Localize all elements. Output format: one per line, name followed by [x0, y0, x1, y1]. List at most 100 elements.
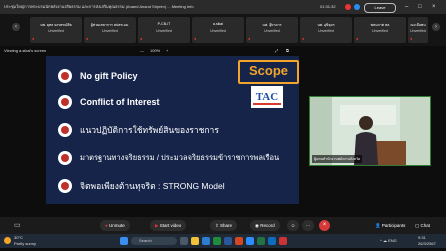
- video-icon: ▶: [155, 223, 159, 228]
- leave-meeting-button[interactable]: ×: [319, 220, 330, 231]
- excel-icon[interactable]: [257, 237, 265, 245]
- record-icon: ◉: [255, 223, 259, 228]
- car-icon: [58, 151, 72, 165]
- maximize-icon[interactable]: □: [418, 0, 422, 14]
- chrome-icon[interactable]: [213, 237, 221, 245]
- people-icon: 👤: [375, 223, 381, 228]
- mic-muted-icon: ●: [302, 36, 305, 41]
- close-icon: ×: [322, 222, 327, 228]
- unmute-label: Unmute: [108, 223, 125, 228]
- participant-tile[interactable]: ผู้ช่วยเลขาการ สปสช.มม. Unverified ●: [84, 17, 136, 43]
- share-icon: ⇪: [215, 223, 219, 228]
- participants-button[interactable]: 👤 Participants: [370, 220, 410, 231]
- clock-date[interactable]: 26/3/2567: [418, 237, 436, 251]
- pdf-icon[interactable]: [279, 237, 287, 245]
- participant-tile[interactable]: นพ. อุษิจุดร Unverified ●: [300, 17, 352, 43]
- participant-status: Unverified: [102, 29, 118, 33]
- powerpoint-icon[interactable]: [235, 237, 243, 245]
- participant-status: Unverified: [410, 29, 426, 33]
- mic-icon: ●: [105, 223, 108, 228]
- record-button[interactable]: ◉ Record: [250, 220, 280, 231]
- slide-item-text: แนวปฏิบัติการใช้ทรัพย์สินของราชการ: [80, 125, 219, 135]
- edge-icon[interactable]: [202, 237, 210, 245]
- mic-muted-icon: ●: [32, 36, 35, 41]
- word-icon[interactable]: [224, 237, 232, 245]
- participant-status: Unverified: [372, 29, 388, 33]
- task-view-icon[interactable]: [180, 237, 188, 245]
- shared-slide: Scope TAC No gift Policy Conflict of Int…: [46, 56, 299, 204]
- participant-tile[interactable]: นพ. ยุทธ ยงรพรณ์ศิล Unverified ●: [30, 17, 82, 43]
- share-button[interactable]: ⇪ Share: [210, 220, 238, 231]
- weather-icon: [4, 237, 11, 244]
- minimize-icon[interactable]: –: [405, 0, 408, 14]
- slide-item-text: Conflict of Interest: [80, 97, 160, 107]
- participant-tile[interactable]: นพ. อุ๊หาดาร Unverified ●: [246, 17, 298, 43]
- participant-name: P-CB-IT: [157, 22, 171, 26]
- participant-tile[interactable]: ณะเลือพน Unverified ●: [408, 17, 428, 43]
- participant-name: ผู้ช่วยเลขาการ สปสช.มม.: [90, 23, 130, 27]
- participant-name: นพ. อุ๊หาดาร: [262, 23, 282, 27]
- viewing-label: Viewing a.sikai's screen: [4, 48, 47, 53]
- scope-badge: Scope: [238, 60, 299, 84]
- mic-muted-icon: ●: [86, 36, 89, 41]
- title-bar: ประชุมใหญ่การพระบรมนักพลังงานจริยธรรม แล…: [0, 0, 446, 14]
- participants-label: Participants: [381, 223, 406, 228]
- conflict-icon: [58, 95, 72, 109]
- participant-strip: ‹ นพ. ยุทธ ยงรพรณ์ศิล Unverified ● ผู้ช่…: [0, 14, 446, 46]
- windows-start-icon[interactable]: [120, 237, 128, 245]
- unmute-button[interactable]: ● Unmute: [100, 220, 130, 231]
- meeting-timer: 01:31:32: [320, 4, 336, 9]
- participant-status: Unverified: [48, 29, 64, 33]
- chat-bubble-icon[interactable]: ▭: [14, 221, 21, 229]
- security-shield-icon[interactable]: [354, 4, 360, 10]
- mic-muted-icon: ●: [194, 36, 197, 41]
- pop-out-icon[interactable]: ⧉: [286, 46, 289, 56]
- gift-icon: [58, 69, 72, 83]
- chat-button[interactable]: ▢ Chat: [410, 220, 435, 231]
- speaker-name-label: ผู้แทนสำนักงานพลังงานจังหวัด: [312, 155, 363, 163]
- participant-name: a.sikai: [213, 22, 223, 26]
- zoom-in-icon[interactable]: +: [166, 46, 168, 56]
- meeting-toolbar: ▭ ● Unmute ▶ Start video ⇪ Share ◉ Recor…: [0, 217, 446, 234]
- reactions-button[interactable]: ☺: [287, 220, 299, 231]
- taskbar: 30°C Partly sunny Search ^ ☁ ENG 9:31 26…: [0, 234, 446, 248]
- zoom-out-icon[interactable]: —: [140, 46, 144, 56]
- speaker-video[interactable]: ผู้แทนสำนักงานพลังงานจังหวัด: [309, 96, 431, 166]
- outlook-icon[interactable]: [268, 237, 276, 245]
- fit-screen-icon[interactable]: ⤢: [275, 46, 278, 56]
- tac-logo-text: TAC: [256, 91, 278, 103]
- participant-status: Unverified: [156, 29, 172, 33]
- slide-item-text: No gift Policy: [80, 71, 138, 81]
- file-explorer-icon[interactable]: [191, 237, 199, 245]
- start-video-label: Start video: [159, 223, 182, 228]
- chevron-right-icon[interactable]: ›: [432, 23, 440, 31]
- record-indicator-icon: [345, 4, 351, 10]
- leave-button[interactable]: Leave: [364, 3, 396, 13]
- mic-muted-icon: ●: [356, 36, 359, 41]
- participant-status: Unverified: [264, 29, 280, 33]
- chevron-left-icon[interactable]: ‹: [12, 23, 20, 31]
- more-icon: ⋯: [305, 223, 311, 228]
- start-video-button[interactable]: ▶ Start video: [150, 220, 187, 231]
- model-icon: [58, 179, 72, 193]
- smile-icon: ☺: [290, 223, 296, 228]
- search-box[interactable]: Search: [131, 237, 177, 245]
- mic-muted-icon: ●: [410, 36, 413, 41]
- share-label: Share: [220, 223, 233, 228]
- participant-tile[interactable]: พหมภาศ พล Unverified ●: [354, 17, 406, 43]
- participant-name: พหมภาศ พล: [370, 23, 390, 27]
- share-view-bar: Viewing a.sikai's screen — 100% + ⤢ ⧉: [0, 46, 446, 56]
- participant-tile[interactable]: a.sikai Unverified ●: [192, 17, 244, 43]
- weather-desc[interactable]: Partly sunny: [14, 237, 36, 251]
- asset-icon: [58, 123, 72, 137]
- participant-tile[interactable]: P-CB-IT Unverified ●: [138, 17, 190, 43]
- participant-status: Unverified: [318, 29, 334, 33]
- mic-muted-icon: ●: [140, 36, 143, 41]
- slide-item-text: จิตพอเพียงต้านทุจริต : STRONG Model: [80, 181, 225, 191]
- system-tray-icon[interactable]: ^ ☁ ENG: [380, 234, 397, 248]
- close-icon[interactable]: ×: [432, 0, 436, 14]
- more-button[interactable]: ⋯: [302, 220, 314, 231]
- participant-name: นพ. ยุทธ ยงรพรณ์ศิล: [40, 23, 72, 27]
- zoom-level[interactable]: 100%: [150, 46, 160, 56]
- zoom-icon[interactable]: [246, 237, 254, 245]
